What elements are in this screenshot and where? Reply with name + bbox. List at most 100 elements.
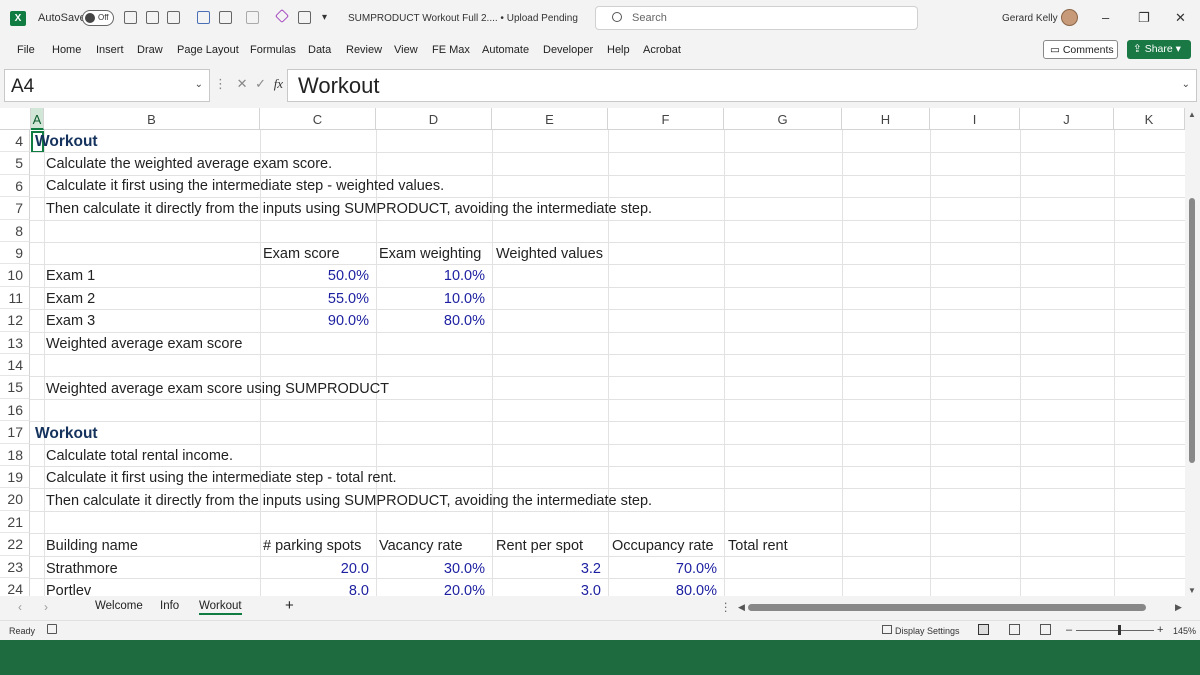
col-header-f[interactable]: F	[608, 108, 724, 130]
vacancy-rate[interactable]: 20.0%	[396, 583, 485, 596]
header-occupancy-rate[interactable]: Occupancy rate	[612, 538, 714, 554]
tab-home[interactable]: Home	[52, 44, 81, 56]
document-title[interactable]: SUMPRODUCT Workout Full 2.... • Upload P…	[348, 13, 578, 24]
exam-weight[interactable]: 80.0%	[396, 313, 485, 329]
zoom-slider[interactable]	[1076, 630, 1154, 631]
normal-view-icon[interactable]	[978, 624, 989, 635]
cell-b5[interactable]: Calculate the weighted average exam scor…	[46, 156, 332, 172]
merge-icon[interactable]	[246, 11, 259, 24]
row-header[interactable]: 6	[0, 174, 30, 198]
expand-formula-icon[interactable]: ⌄	[1182, 79, 1190, 90]
tab-developer[interactable]: Developer	[543, 44, 593, 56]
comment-icon[interactable]	[298, 11, 311, 24]
col-header-i[interactable]: I	[930, 108, 1020, 130]
page-layout-view-icon[interactable]	[1009, 624, 1020, 635]
user-name[interactable]: Gerard Kelly	[1002, 13, 1058, 24]
parking-spots[interactable]: 20.0	[280, 561, 369, 577]
cell-b13[interactable]: Weighted average exam score	[46, 336, 242, 352]
col-header-e[interactable]: E	[492, 108, 608, 130]
header-exam-weighting[interactable]: Exam weighting	[379, 246, 481, 262]
borders-icon[interactable]	[219, 11, 232, 24]
tab-file[interactable]: File	[17, 44, 35, 56]
header-vacancy-rate[interactable]: Vacancy rate	[379, 538, 463, 554]
occupancy-rate[interactable]: 80.0%	[628, 583, 717, 596]
exam-name[interactable]: Exam 3	[46, 313, 95, 329]
sheet-tab-workout[interactable]: Workout	[199, 600, 242, 615]
building-name[interactable]: Portlev	[46, 583, 91, 596]
col-header-j[interactable]: J	[1020, 108, 1114, 130]
tab-formulas[interactable]: Formulas	[250, 44, 296, 56]
col-header-g[interactable]: G	[724, 108, 842, 130]
restore-icon[interactable]: ❐	[1138, 10, 1150, 26]
scroll-right-icon[interactable]: ▶	[1175, 602, 1182, 613]
row-header[interactable]: 13	[0, 331, 30, 354]
col-header-d[interactable]: D	[376, 108, 492, 130]
cell-b18[interactable]: Calculate total rental income.	[46, 448, 233, 464]
header-rent-per-spot[interactable]: Rent per spot	[496, 538, 583, 554]
row-header[interactable]: 20	[0, 488, 30, 511]
row-header[interactable]: 17	[0, 421, 30, 444]
table-icon[interactable]	[197, 11, 210, 24]
zoom-slider-thumb[interactable]	[1118, 625, 1121, 635]
sheet-tab-welcome[interactable]: Welcome	[95, 600, 143, 612]
zoom-out-icon[interactable]: –	[1066, 624, 1072, 636]
zoom-in-icon[interactable]: +	[1157, 624, 1163, 636]
camera-icon[interactable]	[146, 11, 159, 24]
chevron-down-icon[interactable]: ⌄	[195, 79, 203, 90]
zoom-level[interactable]: 145%	[1173, 626, 1196, 636]
row-header[interactable]: 9	[0, 242, 30, 265]
row-header[interactable]: 18	[0, 443, 30, 466]
tab-fe-max[interactable]: FE Max	[432, 44, 470, 56]
rent-per-spot[interactable]: 3.2	[512, 561, 601, 577]
row-header[interactable]: 10	[0, 264, 30, 287]
header-building-name[interactable]: Building name	[46, 538, 138, 554]
search-box[interactable]: Search	[595, 6, 918, 30]
select-all-corner[interactable]	[0, 108, 31, 130]
header-exam-score[interactable]: Exam score	[263, 246, 340, 262]
exam-name[interactable]: Exam 2	[46, 291, 95, 307]
more-icon[interactable]: ⋮	[214, 76, 227, 91]
row-header[interactable]: 8	[0, 219, 30, 242]
row-header[interactable]: 24	[0, 578, 30, 596]
sheet-tab-info[interactable]: Info	[160, 600, 179, 612]
display-settings-label[interactable]: Display Settings	[895, 626, 960, 636]
exam-weight[interactable]: 10.0%	[396, 268, 485, 284]
scroll-down-icon[interactable]: ▼	[1188, 586, 1196, 595]
row-header[interactable]: 15	[0, 376, 30, 399]
format-painter-icon[interactable]	[167, 11, 180, 24]
cell-b6[interactable]: Calculate it first using the intermediat…	[46, 178, 444, 194]
tab-splitter-icon[interactable]: ⋮	[720, 600, 732, 614]
tab-draw[interactable]: Draw	[137, 44, 163, 56]
exam-weight[interactable]: 10.0%	[396, 291, 485, 307]
rent-per-spot[interactable]: 3.0	[512, 583, 601, 596]
col-header-b[interactable]: B	[44, 108, 260, 130]
row-header[interactable]: 7	[0, 197, 30, 220]
tab-view[interactable]: View	[394, 44, 418, 56]
building-name[interactable]: Strathmore	[46, 561, 118, 577]
share-button[interactable]: ⇪ Share ▾	[1127, 40, 1191, 59]
name-box[interactable]: A4 ⌄	[4, 69, 210, 102]
header-parking-spots[interactable]: # parking spots	[263, 538, 361, 554]
formula-input[interactable]: Workout ⌄	[287, 69, 1197, 102]
row-header[interactable]: 21	[0, 510, 30, 534]
col-header-h[interactable]: H	[842, 108, 930, 130]
minimize-icon[interactable]: –	[1102, 10, 1109, 25]
cancel-icon[interactable]: ✕	[237, 76, 248, 91]
cell-a4[interactable]: Workout	[35, 133, 98, 151]
row-header[interactable]: 5	[0, 152, 30, 175]
vertical-scrollbar[interactable]: ▲ ▼	[1185, 108, 1200, 596]
row-header[interactable]: 23	[0, 555, 30, 578]
enter-icon[interactable]: ✓	[255, 76, 266, 91]
accessibility-icon[interactable]	[47, 624, 57, 634]
row-header[interactable]: 22	[0, 533, 30, 556]
display-settings-icon[interactable]	[882, 625, 892, 634]
exam-score[interactable]: 90.0%	[280, 313, 369, 329]
exam-name[interactable]: Exam 1	[46, 268, 95, 284]
cell-b15[interactable]: Weighted average exam score using SUMPRO…	[46, 381, 389, 397]
row-header[interactable]: 4	[0, 130, 30, 153]
insert-function-icon[interactable]: fx	[274, 76, 283, 91]
eraser-icon[interactable]	[274, 8, 290, 24]
tab-insert[interactable]: Insert	[96, 44, 124, 56]
autosave-toggle[interactable]: Off	[82, 10, 114, 26]
prev-sheet-icon[interactable]: ‹	[18, 600, 22, 614]
